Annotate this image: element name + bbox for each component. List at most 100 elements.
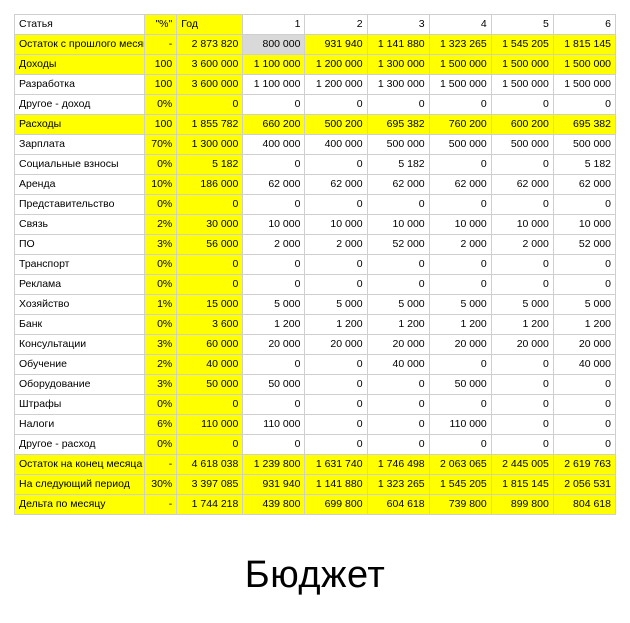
cell-month-2[interactable]: 5 000 (304, 294, 368, 315)
cell-month-5[interactable]: 2 445 005 (490, 454, 554, 475)
table-row[interactable]: Остаток на конец месяца -4 618 038 1 239 8… (13, 454, 617, 475)
cell-month-1[interactable]: 0 (242, 254, 306, 275)
cell-year-total[interactable]: 0 (176, 274, 244, 295)
cell-month-2[interactable]: 0 (304, 394, 368, 415)
cell-month-3[interactable]: 62 000 (366, 174, 430, 195)
cell-percent[interactable]: - (144, 494, 178, 515)
cell-year-total[interactable]: 110 000 (176, 414, 244, 435)
cell-year-total[interactable]: 0 (176, 394, 244, 415)
cell-year-total[interactable]: 15 000 (176, 294, 244, 315)
cell-item-name[interactable]: Разработка (13, 74, 146, 95)
cell-month-6[interactable]: 0 (552, 374, 617, 395)
cell-item-name[interactable]: Социальные взносы (13, 154, 146, 175)
cell-month-6[interactable]: 0 (552, 434, 617, 455)
cell-month-2[interactable]: 931 940 (304, 34, 368, 55)
cell-month-3[interactable]: 604 618 (366, 494, 430, 515)
cell-month-6[interactable]: 1 815 145 (552, 34, 617, 55)
cell-item-name[interactable]: ПО (13, 234, 146, 255)
cell-month-6[interactable]: 500 000 (552, 134, 617, 155)
cell-percent[interactable]: 2% (144, 214, 178, 235)
cell-item-name[interactable]: Хозяйство (13, 294, 146, 315)
cell-month-2[interactable]: 10 000 (304, 214, 368, 235)
cell-month-5[interactable]: 1 500 000 (490, 74, 554, 95)
table-row[interactable]: Связь 2% 30 000 10 000 10 000 10 000 10 000 10 … (13, 214, 617, 235)
cell-item-name[interactable]: Банк (13, 314, 146, 335)
cell-month-5[interactable]: 0 (490, 254, 554, 275)
cell-month-2[interactable]: 1 631 740 (304, 454, 368, 475)
cell-month-6[interactable]: 1 500 000 (552, 74, 617, 95)
cell-month-6[interactable]: 0 (552, 254, 617, 275)
cell-year-total[interactable]: 50 000 (176, 374, 244, 395)
cell-month-5[interactable]: 62 000 (490, 174, 554, 195)
cell-month-2[interactable]: 1 200 000 (304, 54, 368, 75)
cell-percent[interactable]: 0% (144, 194, 178, 215)
cell-month-2[interactable]: 1 200 (304, 314, 368, 335)
column-header-m3[interactable]: 3 (366, 14, 430, 35)
cell-month-5[interactable]: 0 (490, 374, 554, 395)
cell-month-5[interactable]: 500 000 (490, 134, 554, 155)
cell-month-4[interactable]: 110 000 (428, 414, 492, 435)
cell-month-3[interactable]: 695 382 (366, 114, 430, 135)
cell-month-5[interactable]: 899 800 (490, 494, 554, 515)
cell-month-1[interactable]: 0 (242, 94, 306, 115)
cell-item-name[interactable]: Консультации (13, 334, 146, 355)
cell-month-6[interactable]: 0 (552, 394, 617, 415)
cell-month-4[interactable]: 0 (428, 274, 492, 295)
cell-month-4[interactable]: 0 (428, 354, 492, 375)
cell-month-2[interactable]: 0 (304, 414, 368, 435)
table-row[interactable]: Зарплата 70% 1 300 000 400 000 400 000 500 00… (13, 134, 617, 155)
cell-month-5[interactable]: 5 000 (490, 294, 554, 315)
cell-month-3[interactable]: 0 (366, 434, 430, 455)
table-row[interactable]: Дельта по месяцу -1 744 218 439 800 699 800… (13, 494, 617, 515)
cell-month-4[interactable]: 1 545 205 (428, 474, 492, 495)
cell-percent[interactable]: 0% (144, 394, 178, 415)
column-header-pct[interactable]: "%" (144, 14, 178, 35)
cell-percent[interactable]: 0% (144, 314, 178, 335)
cell-month-5[interactable]: 2 000 (490, 234, 554, 255)
cell-year-total[interactable]: 2 873 820 (176, 34, 244, 55)
cell-year-total[interactable]: 186 000 (176, 174, 244, 195)
cell-month-2[interactable]: 0 (304, 274, 368, 295)
cell-year-total[interactable]: 4 618 038 (176, 454, 244, 475)
cell-month-4[interactable]: 1 500 000 (428, 74, 492, 95)
table-row[interactable]: На следующий период 30% 3 397 085 931 940 1 … (13, 474, 617, 495)
cell-month-1[interactable]: 0 (242, 194, 306, 215)
cell-month-1[interactable]: 1 100 000 (242, 54, 306, 75)
cell-month-3[interactable]: 1 323 265 (366, 474, 430, 495)
cell-month-6[interactable]: 1 500 000 (552, 54, 617, 75)
cell-month-2[interactable]: 0 (304, 94, 368, 115)
cell-item-name[interactable]: Реклама (13, 274, 146, 295)
cell-percent[interactable]: 0% (144, 154, 178, 175)
cell-month-4[interactable]: 2 000 (428, 234, 492, 255)
cell-year-total[interactable]: 0 (176, 254, 244, 275)
cell-month-6[interactable]: 0 (552, 194, 617, 215)
cell-month-1[interactable]: 1 239 800 (242, 454, 306, 475)
column-header-m2[interactable]: 2 (304, 14, 368, 35)
cell-month-1[interactable]: 10 000 (242, 214, 306, 235)
column-header-item[interactable]: Статья (13, 14, 146, 35)
cell-month-4[interactable]: 0 (428, 254, 492, 275)
cell-month-3[interactable]: 0 (366, 374, 430, 395)
cell-month-1[interactable]: 931 940 (242, 474, 306, 495)
cell-month-2[interactable]: 2 000 (304, 234, 368, 255)
cell-month-6[interactable]: 2 619 763 (552, 454, 617, 475)
cell-month-4[interactable]: 5 000 (428, 294, 492, 315)
cell-month-6[interactable]: 804 618 (552, 494, 617, 515)
cell-item-name[interactable]: Доходы (13, 54, 146, 75)
table-row[interactable]: Другое - расход 0% 0 0 0 0 0 0 0 (13, 434, 617, 455)
cell-month-5[interactable]: 1 500 000 (490, 54, 554, 75)
cell-month-5[interactable]: 20 000 (490, 334, 554, 355)
cell-month-6[interactable]: 5 182 (552, 154, 617, 175)
cell-year-total[interactable]: 0 (176, 434, 244, 455)
cell-month-1[interactable]: 0 (242, 154, 306, 175)
cell-percent[interactable]: 100 (144, 114, 178, 135)
cell-month-6[interactable]: 0 (552, 414, 617, 435)
cell-month-1[interactable]: 2 000 (242, 234, 306, 255)
cell-item-name[interactable]: Связь (13, 214, 146, 235)
cell-month-4[interactable]: 0 (428, 394, 492, 415)
cell-month-6[interactable]: 40 000 (552, 354, 617, 375)
cell-month-5[interactable]: 0 (490, 354, 554, 375)
cell-percent[interactable]: 0% (144, 274, 178, 295)
table-row[interactable]: Доходы 100 3 600 000 1 100 000 1 200 000 1 30… (13, 54, 617, 75)
cell-month-6[interactable]: 2 056 531 (552, 474, 617, 495)
